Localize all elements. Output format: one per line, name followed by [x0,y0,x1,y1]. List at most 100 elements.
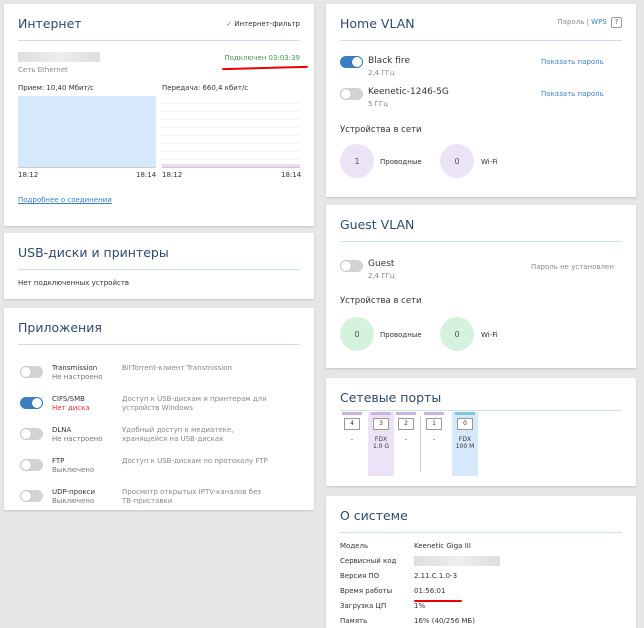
port-state: FDX [374,436,388,443]
system-label: Время работы [340,587,393,595]
home-vlan-links: Пароль | WPS ? [557,17,622,28]
guest-wired-count[interactable]: 0 [340,317,374,351]
app-status: Выключено [52,497,95,505]
port-1[interactable]: 1- [424,412,444,476]
system-label: Версия ПО [340,572,380,580]
status-underline [221,65,309,71]
app-description: BitTorrent-клиент Transmission [122,364,233,372]
home-wired-label: Проводные [380,158,422,166]
guest-wifi-count[interactable]: 0 [440,317,474,351]
usb-title: USB-диски и принтеры [18,245,169,260]
home-wifi-5-show-password[interactable]: Показать пароль [541,90,604,98]
home-wifi-5-toggle[interactable] [340,88,363,100]
app-toggle[interactable] [20,490,43,502]
app-description: Доступ к USB-дискам и принтерам для устр… [122,395,267,412]
port-number: 3 [373,418,389,430]
port-speed: 100 M [455,443,475,450]
apps-card: Приложения Transmission Не настроено BitTo… [4,308,314,510]
ports-card: Сетевые порты 4-3 FDX 1.0 G 2-1-0 FDX 100 M [326,378,636,486]
password-link[interactable]: Пароль [557,18,584,26]
tx-time-start: 18:12 [162,171,183,179]
home-wifi-24-toggle[interactable] [340,56,363,68]
home-wifi-label: Wi-Fi [481,158,498,166]
app-status: Выключено [52,466,95,474]
port-number: 1 [426,418,442,430]
tx-chart [162,96,300,168]
usb-card: USB-диски и принтеры Нет подключенных ус… [4,233,314,299]
check-icon: ✓ [226,20,232,28]
app-description: Доступ к USB-дискам по протоколу FTP [122,457,268,465]
link-separator: | [586,18,589,26]
system-card: О системе Модель Keenetic Giga III Сервисн… [326,496,636,628]
app-status: Не настроено [52,373,103,381]
app-status: Нет диска [52,404,90,412]
port-number: 0 [457,418,473,430]
app-toggle[interactable] [20,428,43,440]
ports-title: Сетевые порты [340,390,442,405]
port-indicator [455,412,475,415]
system-value: 2.11.C.1.0-3 [414,572,458,580]
system-value: Keenetic Giga III [414,542,471,550]
port-2[interactable]: 2- [396,412,416,476]
app-name: UDP-прокси [52,488,96,496]
home-wifi-24-show-password[interactable]: Показать пароль [541,58,604,66]
port-state: - [404,436,408,443]
port-indicator [371,412,391,415]
home-wifi-5-ssid: Keenetic-1246-5G [368,87,449,97]
app-status: Не настроено [52,435,103,443]
guest-vlan-title: Guest VLAN [340,217,415,232]
connection-details-link[interactable]: Подробнее о соединении [18,196,112,204]
port-indicator [424,412,444,415]
home-wifi-5-band: 5 ГГц [368,100,388,108]
app-toggle[interactable] [20,397,43,409]
system-value: 01:56:01 [414,587,446,595]
rx-label: Прием: 10,40 Мбит/с [18,84,94,92]
app-name: FTP [52,457,65,465]
system-label: Загрузка ЦП [340,602,387,610]
connection-type: Сеть Ethernet [18,66,68,74]
provider-name-redacted [18,52,100,62]
port-3[interactable]: 3 FDX 1.0 G [368,412,394,476]
home-devices-title: Устройства в сети [340,125,422,135]
wps-link[interactable]: WPS [591,18,607,26]
tx-time-end: 18:14 [281,171,302,179]
system-value: 16% (40/256 МБ) [414,617,475,625]
app-toggle[interactable] [20,366,43,378]
app-name: Transmission [52,364,98,372]
connection-status: Подключен 03:03:39 [224,54,300,62]
service-code-redacted [414,556,500,566]
home-vlan-card: Home VLAN Пароль | WPS ? Black fire 2,4 … [326,4,636,197]
port-state: - [350,436,354,443]
guest-vlan-card: Guest VLAN Guest 2,4 ГГц Пароль не устан… [326,205,636,368]
home-wired-count[interactable]: 1 [340,144,374,178]
internet-title: Интернет [18,16,82,31]
internet-filter-link[interactable]: ✓ Интернет-фильтр [226,20,300,28]
guest-wifi-band: 2,4 ГГц [368,272,395,280]
internet-card: Интернет ✓ Интернет-фильтр Сеть Ethernet… [4,4,314,226]
home-wifi-24-ssid: Black fire [368,56,410,66]
guest-wired-label: Проводные [380,331,422,339]
guest-wifi-toggle[interactable] [340,260,363,272]
port-indicator [396,412,416,415]
help-icon[interactable]: ? [611,17,622,28]
system-label: Сервисный код [340,557,397,565]
home-vlan-title: Home VLAN [340,16,415,31]
ports-divider [420,416,421,472]
app-toggle[interactable] [20,459,43,471]
uptime-underline [414,600,462,602]
port-state: - [432,436,436,443]
apps-title: Приложения [18,320,102,335]
port-4[interactable]: 4- [342,412,362,476]
system-value: 1% [414,602,426,610]
system-label: Модель [340,542,369,550]
rx-time-end: 18:14 [136,171,157,179]
port-indicator [342,412,362,415]
port-0[interactable]: 0 FDX 100 M [452,412,478,476]
app-name: CIFS/SMB [52,395,85,403]
port-state: FDX [458,436,472,443]
home-wifi-count[interactable]: 0 [440,144,474,178]
port-number: 4 [344,418,360,430]
guest-wifi-label: Wi-Fi [481,331,498,339]
home-wifi-24-band: 2,4 ГГц [368,69,395,77]
guest-password-status: Пароль не установлен [531,263,614,271]
